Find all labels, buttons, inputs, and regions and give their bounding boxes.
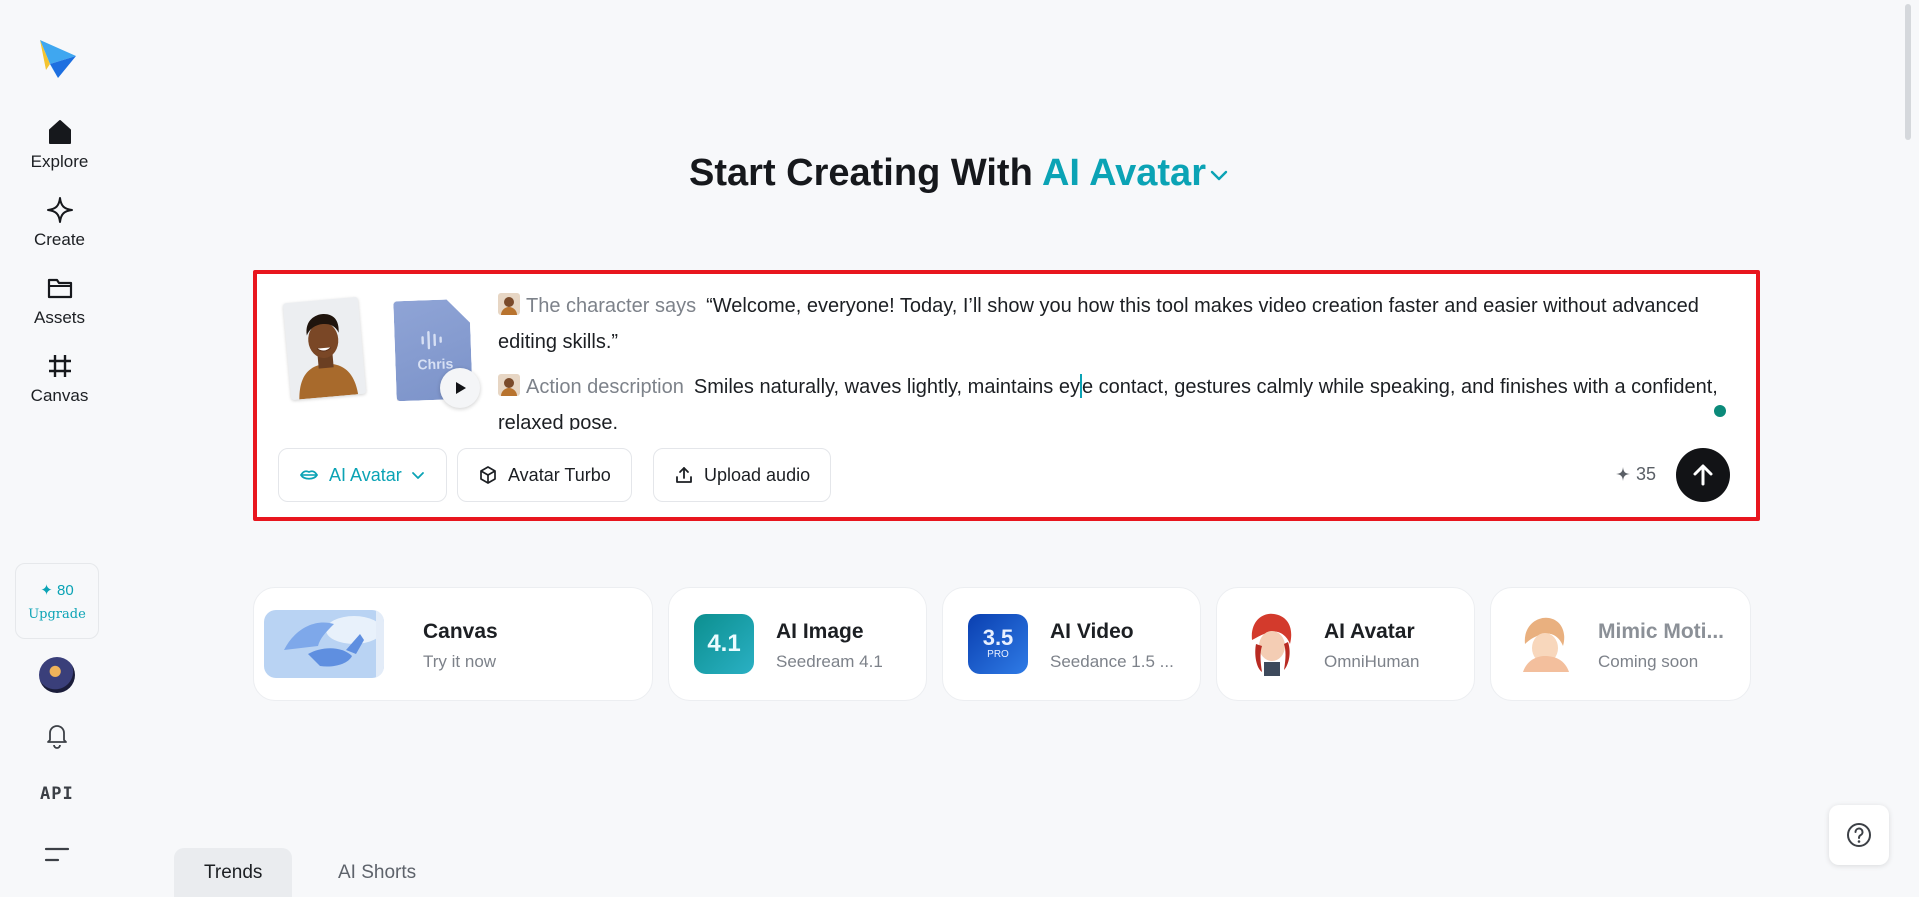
lips-icon	[300, 470, 318, 480]
feature-subtitle: Seedance 1.5 ...	[1050, 652, 1174, 671]
speech-paragraph: The character says “Welcome, everyone! To…	[498, 288, 1738, 360]
feature-title: AI Image	[776, 620, 864, 643]
feature-card-canvas[interactable]: Canvas Try it now	[253, 587, 653, 701]
ai-video-badge: 3.5	[982, 625, 1014, 650]
ai-video-badge-sub: PRO	[987, 649, 1009, 660]
tab-trends[interactable]: Trends	[174, 848, 293, 897]
play-icon	[456, 382, 466, 394]
avatar-turbo-label: Avatar Turbo	[508, 464, 611, 485]
credits-count: ✦ 80	[40, 581, 74, 599]
feature-subtitle: Coming soon	[1598, 652, 1699, 671]
tab-ai-shorts[interactable]: AI Shorts	[308, 848, 446, 897]
help-button[interactable]	[1829, 805, 1889, 865]
ai-image-thumbnail: 4.1	[694, 614, 754, 674]
character-mini-avatar	[498, 293, 520, 315]
question-circle-icon	[1847, 823, 1871, 847]
upload-audio-button[interactable]: Upload audio	[653, 448, 832, 502]
folder-icon	[47, 278, 72, 299]
cube-icon	[480, 466, 496, 484]
page-title-prefix: Start Creating With	[689, 152, 1033, 194]
sidebar: Explore Create Assets Canvas ✦ 80 Upgrad…	[0, 0, 119, 897]
voice-name: Chris	[417, 355, 454, 373]
feature-title: AI Avatar	[1324, 620, 1415, 643]
action-text-before-caret: Smiles naturally, waves lightly, maintai…	[693, 376, 1080, 398]
feature-subtitle: Try it now	[423, 652, 497, 671]
chevron-down-icon	[411, 472, 424, 479]
api-link[interactable]: API	[40, 784, 74, 804]
generate-submit-button[interactable]	[1676, 448, 1730, 502]
mode-selector-label: AI Avatar	[1041, 152, 1206, 194]
sparkle-icon	[46, 197, 73, 223]
avatar-turbo-chip[interactable]: Avatar Turbo	[457, 448, 632, 502]
feature-card-ai-video[interactable]: 3.5 PRO AI Video Seedance 1.5 ...	[942, 587, 1201, 701]
action-paragraph: Action description Smiles naturally, wave…	[498, 369, 1738, 430]
nav-assets-label: Assets	[33, 308, 86, 327]
page-scrollbar[interactable]	[1905, 4, 1911, 140]
play-audio-button[interactable]	[440, 368, 480, 408]
credits-upgrade-box[interactable]: ✦ 80 Upgrade	[15, 563, 99, 639]
feature-title: Mimic Moti...	[1598, 620, 1724, 643]
nav-create[interactable]: Create	[0, 196, 119, 262]
canvas-thumbnail	[264, 610, 384, 678]
ai-image-badge: 4.1	[707, 630, 741, 657]
upgrade-link[interactable]: Upgrade	[28, 607, 86, 622]
action-tag: Action description	[526, 376, 684, 398]
tab-trends-label: Trends	[204, 861, 263, 883]
model-select-chip[interactable]: AI Avatar	[278, 448, 447, 502]
page-title: Start Creating With AI Avatar	[0, 152, 1919, 195]
menu-icon[interactable]	[43, 843, 71, 867]
nav-canvas[interactable]: Canvas	[0, 352, 119, 418]
upload-icon	[676, 467, 692, 483]
nav-assets[interactable]: Assets	[0, 274, 119, 340]
character-mini-avatar	[498, 374, 520, 396]
feature-card-ai-image[interactable]: 4.1 AI Image Seedream 4.1	[668, 587, 927, 701]
feature-subtitle: Seedream 4.1	[776, 652, 883, 671]
character-portrait[interactable]	[282, 296, 367, 401]
nav-create-label: Create	[33, 230, 86, 249]
feature-title: AI Video	[1050, 620, 1134, 643]
credit-cost-value: 35	[1636, 464, 1657, 484]
status-dot	[1714, 405, 1726, 417]
prompt-composer: Chris The character says “Welcome, everyo…	[253, 270, 1760, 521]
home-icon	[48, 120, 71, 144]
audio-wave-icon	[418, 328, 447, 353]
mimic-motion-thumbnail	[1513, 610, 1579, 676]
prompt-text-area[interactable]: The character says “Welcome, everyone! To…	[498, 288, 1738, 430]
feature-card-ai-avatar[interactable]: AI Avatar OmniHuman	[1216, 587, 1475, 701]
ai-video-thumbnail: 3.5 PRO	[968, 614, 1028, 674]
nav-canvas-label: Canvas	[30, 386, 89, 405]
bell-icon[interactable]	[42, 720, 72, 750]
credit-cost: 35	[1616, 464, 1656, 485]
ai-avatar-thumbnail	[1242, 610, 1302, 676]
tab-ai-shorts-label: AI Shorts	[338, 861, 417, 883]
paper-plane-logo-icon[interactable]	[36, 36, 78, 82]
arrow-up-icon	[1693, 464, 1713, 486]
user-avatar[interactable]	[39, 657, 75, 693]
model-select-label: AI Avatar	[329, 464, 402, 485]
feature-subtitle: OmniHuman	[1324, 652, 1420, 671]
chevron-down-icon	[1210, 170, 1228, 181]
character-portrait-image	[282, 296, 367, 401]
upload-audio-label: Upload audio	[704, 464, 811, 485]
feature-title: Canvas	[423, 620, 498, 643]
says-tag: The character says	[526, 295, 697, 317]
canvas-grid-icon	[48, 355, 71, 377]
feature-card-mimic-motion[interactable]: Mimic Moti... Coming soon	[1490, 587, 1751, 701]
mode-selector[interactable]: AI Avatar	[1042, 152, 1230, 194]
sparkle-icon	[1616, 467, 1630, 481]
